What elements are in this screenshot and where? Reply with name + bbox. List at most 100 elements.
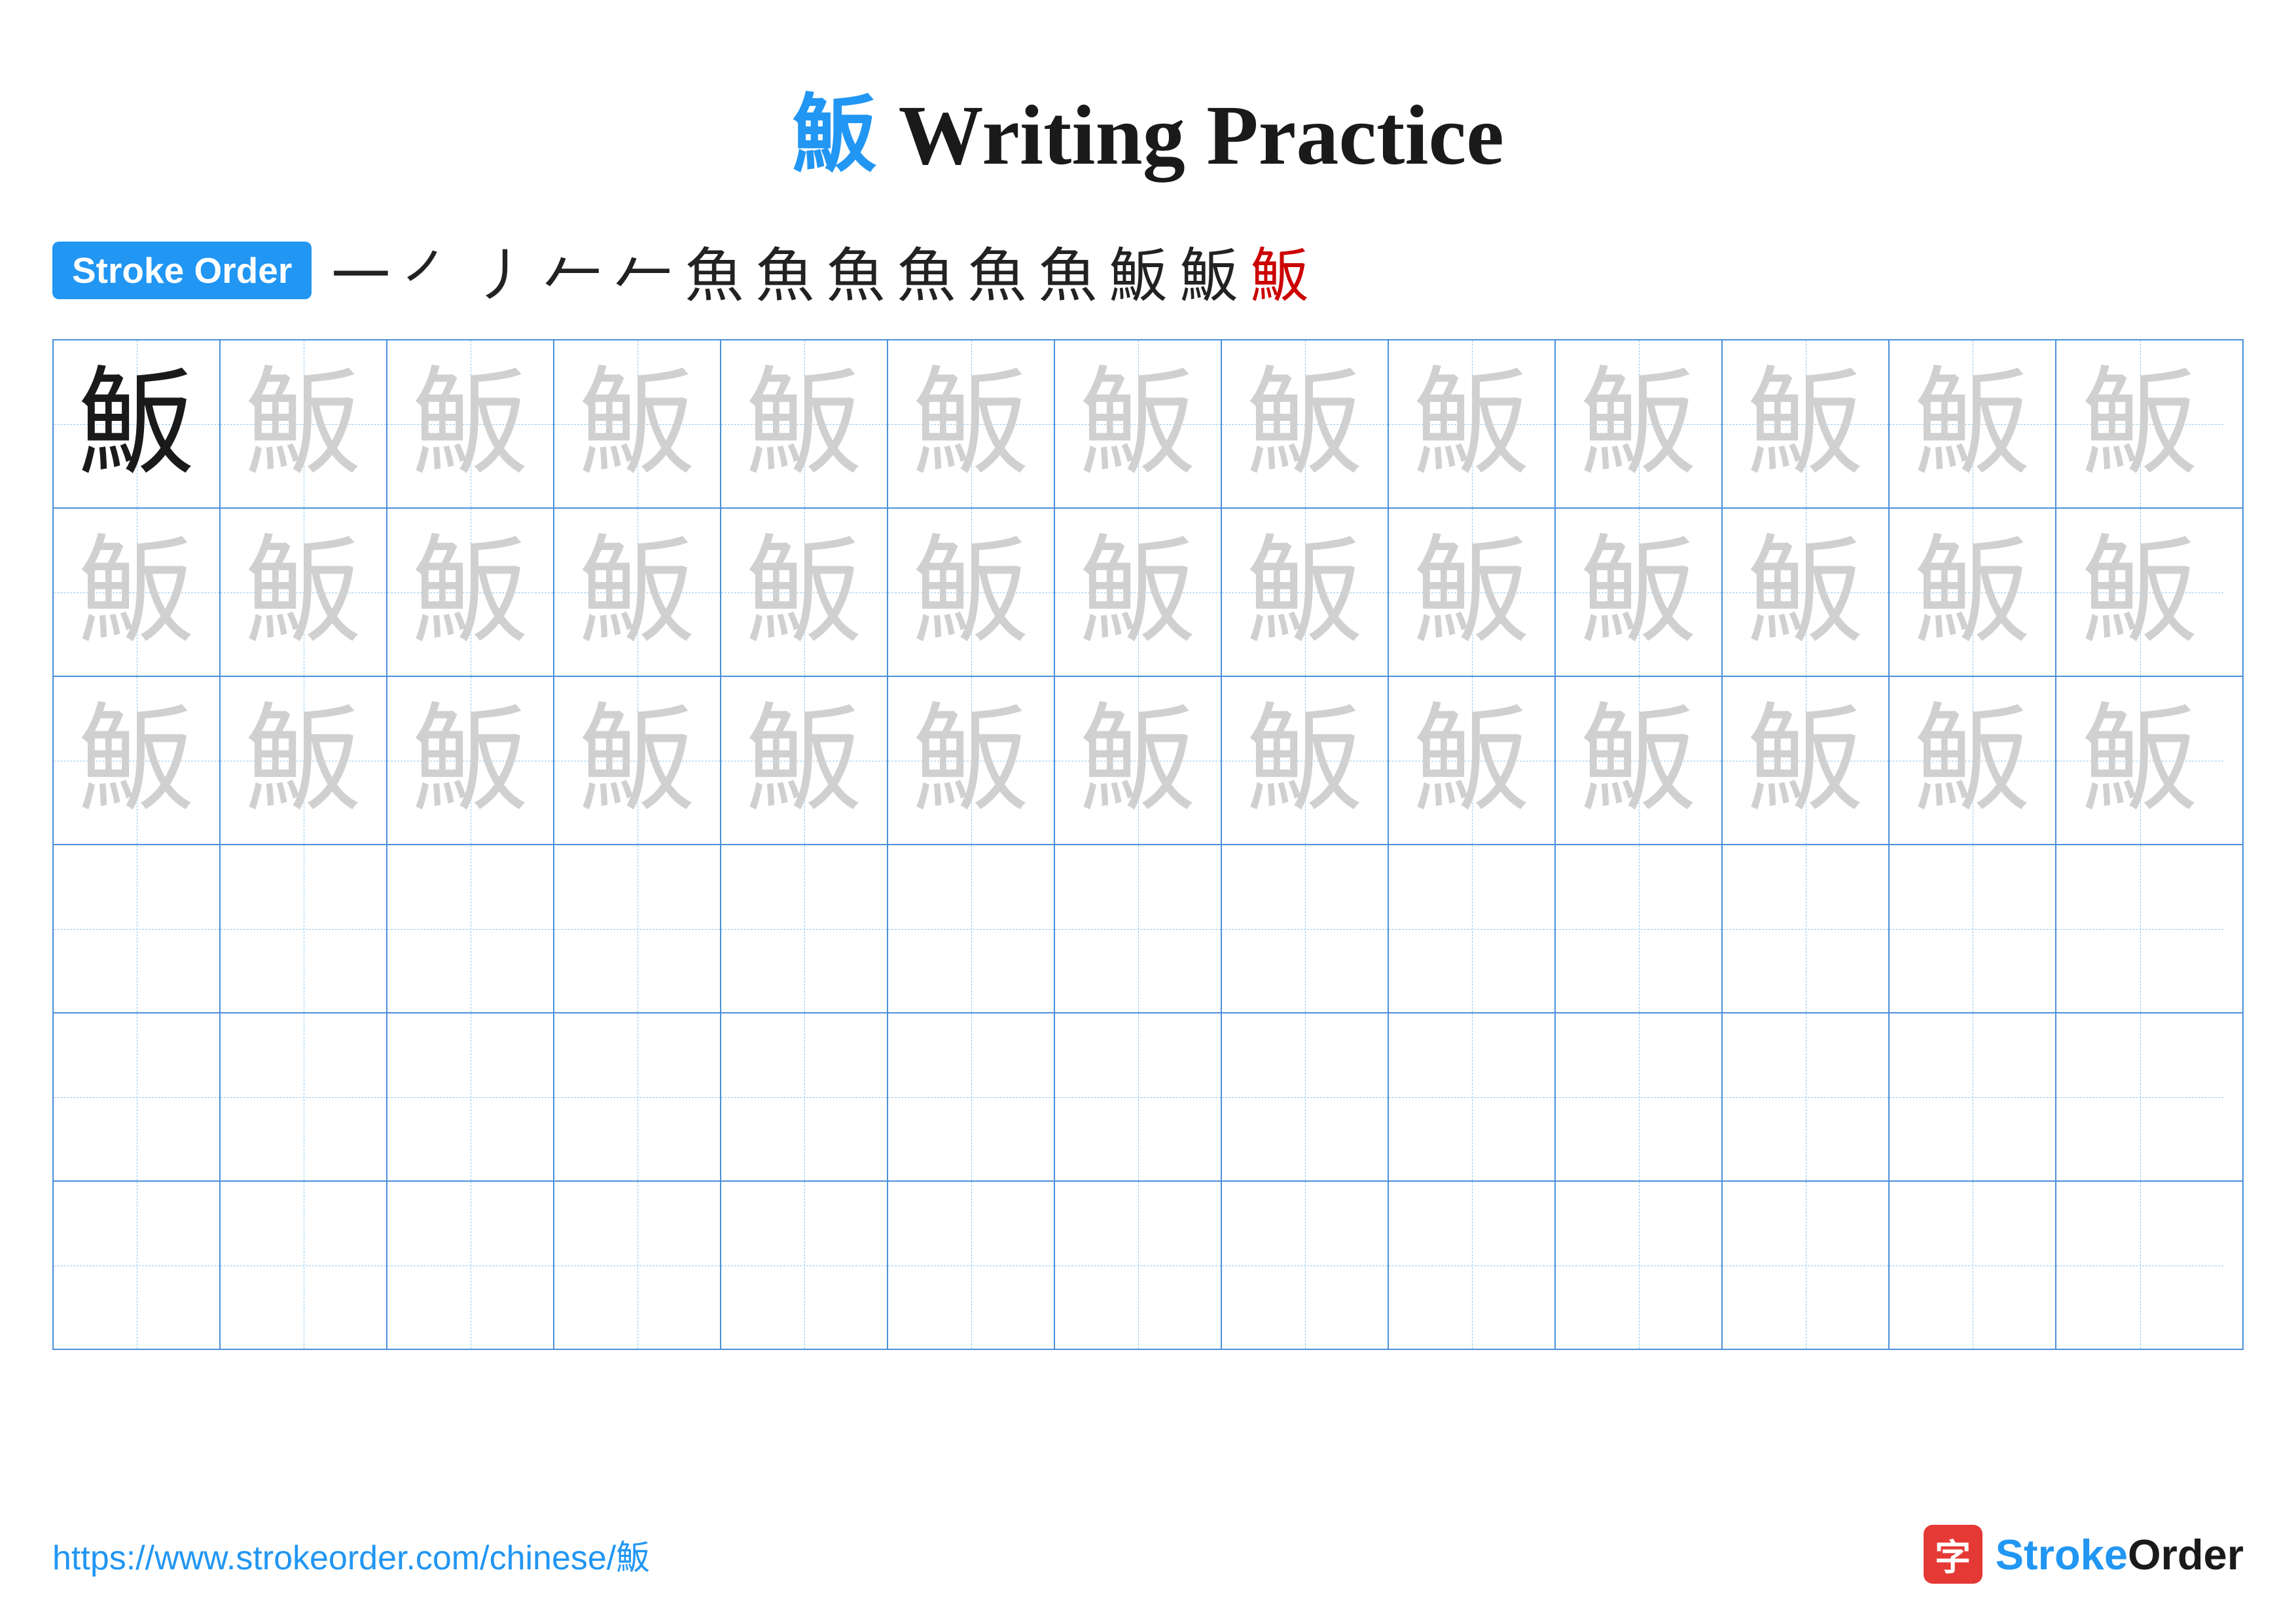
cell-char: 魬 (1913, 702, 2031, 820)
grid-cell-r4c12[interactable] (1890, 845, 2056, 1012)
grid-cell-r5c2[interactable] (221, 1013, 387, 1180)
grid-cell-r1c10[interactable]: 魬 (1556, 340, 1723, 507)
grid-cell-r4c11[interactable] (1723, 845, 1890, 1012)
grid-cell-r4c3[interactable] (387, 845, 554, 1012)
grid-cell-r6c10[interactable] (1556, 1182, 1723, 1349)
grid-cell-r3c6[interactable]: 魬 (888, 677, 1055, 844)
grid-cell-r5c5[interactable] (721, 1013, 888, 1180)
grid-cell-r1c7[interactable]: 魬 (1055, 340, 1222, 507)
grid-cell-r1c4[interactable]: 魬 (554, 340, 721, 507)
grid-cell-r6c8[interactable] (1222, 1182, 1389, 1349)
grid-cell-r4c2[interactable] (221, 845, 387, 1012)
grid-cell-r6c3[interactable] (387, 1182, 554, 1349)
grid-cell-r4c13[interactable] (2056, 845, 2223, 1012)
grid-cell-r4c4[interactable] (554, 845, 721, 1012)
title-char: 魬 (792, 88, 877, 183)
grid-cell-r2c13[interactable]: 魬 (2056, 509, 2223, 676)
grid-cell-r3c12[interactable]: 魬 (1890, 677, 2056, 844)
cell-char: 魬 (1913, 365, 2031, 483)
grid-cell-r6c1[interactable] (54, 1182, 221, 1349)
grid-cell-r2c4[interactable]: 魬 (554, 509, 721, 676)
grid-cell-r1c9[interactable]: 魬 (1389, 340, 1556, 507)
grid-cell-r5c13[interactable] (2056, 1013, 2223, 1180)
grid-cell-r3c9[interactable]: 魬 (1389, 677, 1556, 844)
grid-cell-r3c11[interactable]: 魬 (1723, 677, 1890, 844)
grid-cell-r3c5[interactable]: 魬 (721, 677, 888, 844)
grid-cell-r2c2[interactable]: 魬 (221, 509, 387, 676)
grid-cell-r2c3[interactable]: 魬 (387, 509, 554, 676)
grid-cell-r1c11[interactable]: 魬 (1723, 340, 1890, 507)
grid-cell-r4c5[interactable] (721, 845, 888, 1012)
grid-cell-r1c2[interactable]: 魬 (221, 340, 387, 507)
grid-cell-r4c9[interactable] (1389, 845, 1556, 1012)
grid-cell-r4c8[interactable] (1222, 845, 1389, 1012)
cell-char: 魬 (244, 534, 362, 651)
grid-cell-r2c5[interactable]: 魬 (721, 509, 888, 676)
grid-cell-r5c10[interactable] (1556, 1013, 1723, 1180)
grid-cell-r6c5[interactable] (721, 1182, 888, 1349)
grid-cell-r1c13[interactable]: 魬 (2056, 340, 2223, 507)
stroke-char-12: 魬 (1109, 228, 1168, 313)
grid-cell-r6c9[interactable] (1389, 1182, 1556, 1349)
grid-cell-r4c10[interactable] (1556, 845, 1723, 1012)
grid-cell-r1c6[interactable]: 魬 (888, 340, 1055, 507)
grid-cell-r4c6[interactable] (888, 845, 1055, 1012)
grid-cell-r6c13[interactable] (2056, 1182, 2223, 1349)
grid-cell-r6c7[interactable] (1055, 1182, 1222, 1349)
grid-cell-r4c7[interactable] (1055, 845, 1222, 1012)
cell-char: 魬 (1746, 365, 1864, 483)
cell-char: 魬 (1579, 365, 1697, 483)
cell-char: 魬 (1746, 702, 1864, 820)
grid-cell-r1c5[interactable]: 魬 (721, 340, 888, 507)
grid-cell-r3c7[interactable]: 魬 (1055, 677, 1222, 844)
cell-char: 魬 (244, 365, 362, 483)
grid-cell-r3c1[interactable]: 魬 (54, 677, 221, 844)
grid-cell-r2c11[interactable]: 魬 (1723, 509, 1890, 676)
grid-cell-r6c4[interactable] (554, 1182, 721, 1349)
grid-cell-r2c1[interactable]: 魬 (54, 509, 221, 676)
stroke-char-14: 魬 (1250, 228, 1309, 313)
grid-cell-r5c4[interactable] (554, 1013, 721, 1180)
stroke-order-row: Stroke Order ⼀ ㇒ ㇓ 𠂉 𠂉 魚 魚 魚 魚 魚 魚 魬 魬 魬 (0, 228, 2296, 313)
grid-cell-r2c6[interactable]: 魬 (888, 509, 1055, 676)
grid-cell-r1c12[interactable]: 魬 (1890, 340, 2056, 507)
stroke-char-9: 魚 (897, 228, 956, 313)
grid-cell-r6c11[interactable] (1723, 1182, 1890, 1349)
grid-cell-r2c10[interactable]: 魬 (1556, 509, 1723, 676)
cell-char: 魬 (578, 534, 696, 651)
grid-cell-r1c8[interactable]: 魬 (1222, 340, 1389, 507)
grid-cell-r5c7[interactable] (1055, 1013, 1222, 1180)
grid-cell-r5c6[interactable] (888, 1013, 1055, 1180)
grid-cell-r3c3[interactable]: 魬 (387, 677, 554, 844)
stroke-char-7: 魚 (755, 228, 814, 313)
grid-cell-r1c3[interactable]: 魬 (387, 340, 554, 507)
grid-cell-r5c12[interactable] (1890, 1013, 2056, 1180)
grid-cell-r2c8[interactable]: 魬 (1222, 509, 1389, 676)
grid-cell-r2c12[interactable]: 魬 (1890, 509, 2056, 676)
grid-cell-r6c12[interactable] (1890, 1182, 2056, 1349)
cell-char: 魬 (912, 534, 1030, 651)
grid-cell-r3c13[interactable]: 魬 (2056, 677, 2223, 844)
grid-cell-r6c6[interactable] (888, 1182, 1055, 1349)
grid-cell-r5c3[interactable] (387, 1013, 554, 1180)
grid-cell-r4c1[interactable] (54, 845, 221, 1012)
grid-cell-r2c7[interactable]: 魬 (1055, 509, 1222, 676)
grid-cell-r5c9[interactable] (1389, 1013, 1556, 1180)
grid-cell-r5c1[interactable] (54, 1013, 221, 1180)
cell-char: 魬 (1913, 534, 2031, 651)
grid-cell-r3c2[interactable]: 魬 (221, 677, 387, 844)
grid-cell-r6c2[interactable] (221, 1182, 387, 1349)
footer-url[interactable]: https://www.strokeorder.com/chinese/魬 (52, 1530, 650, 1579)
cell-char: 魬 (1079, 702, 1196, 820)
grid-cell-r5c8[interactable] (1222, 1013, 1389, 1180)
cell-char: 魬 (1746, 534, 1864, 651)
cell-char: 魬 (1412, 365, 1530, 483)
grid-cell-r2c9[interactable]: 魬 (1389, 509, 1556, 676)
grid-cell-r1c1[interactable]: 魬 (54, 340, 221, 507)
grid-cell-r3c10[interactable]: 魬 (1556, 677, 1723, 844)
cell-char: 魬 (2081, 365, 2198, 483)
cell-char: 魬 (912, 702, 1030, 820)
grid-cell-r5c11[interactable] (1723, 1013, 1890, 1180)
grid-cell-r3c4[interactable]: 魬 (554, 677, 721, 844)
grid-cell-r3c8[interactable]: 魬 (1222, 677, 1389, 844)
